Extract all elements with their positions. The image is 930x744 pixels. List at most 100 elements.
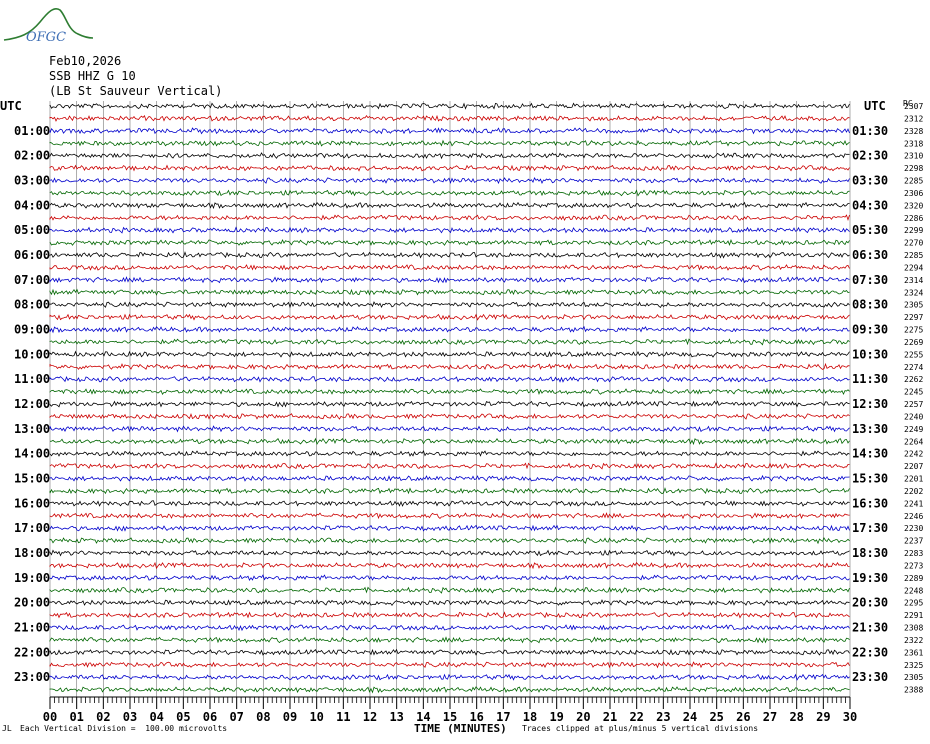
x-tick-label: 06 (203, 710, 217, 724)
right-halfhour-label: 02:30 (852, 149, 888, 163)
trace-value-label: 2388 (904, 686, 923, 695)
trace-value-label: 2230 (904, 524, 923, 533)
trace-value-label: 2264 (904, 437, 923, 446)
trace-value-label: 2314 (904, 276, 923, 285)
right-halfhour-label: 20:30 (852, 596, 888, 610)
left-hour-label: 15:00 (14, 472, 50, 486)
trace-value-label: 2237 (904, 537, 923, 546)
left-hour-label: 06:00 (14, 248, 50, 262)
right-axis-title: UTC (864, 99, 886, 113)
x-tick-label: 28 (789, 710, 803, 724)
x-tick-label: 04 (149, 710, 163, 724)
x-tick-label: 29 (816, 710, 830, 724)
footer-scale-note: Each Vertical Division = 100.00 microvol… (20, 724, 228, 733)
left-hour-label: 18:00 (14, 546, 50, 560)
trace-value-label: 2312 (904, 114, 923, 123)
trace-value-label: 2298 (904, 164, 923, 173)
trace-value-label: 2248 (904, 586, 923, 595)
left-hour-label: 10:00 (14, 347, 50, 361)
trace-value-label: 2325 (904, 661, 923, 670)
x-tick-label: 02 (96, 710, 110, 724)
trace-value-label: 2249 (904, 425, 923, 434)
right-halfhour-label: 06:30 (852, 248, 888, 262)
left-axis-title: UTC (0, 99, 22, 113)
trace-value-label: 2295 (904, 599, 923, 608)
right-labels: 01:30 02:30 03:30 04:30 05:30 06:30 07:30 08:30… (852, 124, 888, 684)
right-halfhour-label: 10:30 (852, 347, 888, 361)
trace-value-label: 2305 (904, 673, 923, 682)
left-hour-label: 23:00 (14, 670, 50, 684)
trace-value-label: 2291 (904, 611, 923, 620)
trace-value-label: 2201 (904, 475, 923, 484)
x-tick-label: 03 (123, 710, 137, 724)
left-hour-label: 02:00 (14, 149, 50, 163)
left-hour-label: 13:00 (14, 422, 50, 436)
trace-value-label: 2241 (904, 499, 923, 508)
trace-value-label: 2262 (904, 375, 923, 384)
x-tick-label: 13 (389, 710, 403, 724)
x-tick-label: 22 (629, 710, 643, 724)
x-tick-label: 25 (709, 710, 723, 724)
trace-value-label: 2207 (904, 462, 923, 471)
right-halfhour-label: 15:30 (852, 472, 888, 486)
right-halfhour-label: 07:30 (852, 273, 888, 287)
right-halfhour-label: 14:30 (852, 447, 888, 461)
footer-clip-note: Traces clipped at plus/minus 5 vertical … (522, 724, 759, 733)
trace-value-label: 2240 (904, 412, 923, 421)
trace-value-label: 2306 (904, 189, 923, 198)
right-halfhour-label: 12:30 (852, 397, 888, 411)
x-tick-label: 12 (363, 710, 377, 724)
trace-value-label: 2270 (904, 239, 923, 248)
right-halfhour-label: 13:30 (852, 422, 888, 436)
x-tick-label: 07 (229, 710, 243, 724)
right-halfhour-label: 16:30 (852, 496, 888, 510)
x-tick-label: 18 (523, 710, 537, 724)
helicorder-chart: 01:00 02:00 03:00 04:00 05:00 06:00 07:00 08:00… (0, 99, 923, 724)
x-tick-label: 20 (576, 710, 590, 724)
trace-value-label: 2324 (904, 288, 923, 297)
trace-value-label: 2245 (904, 388, 923, 397)
left-hour-label: 04:00 (14, 198, 50, 212)
trace-value-label: 2294 (904, 263, 923, 272)
right-halfhour-label: 19:30 (852, 571, 888, 585)
left-hour-label: 20:00 (14, 596, 50, 610)
footer-tiny-mark: JL (2, 724, 12, 733)
trace-value-label: 2257 (904, 400, 923, 409)
right-halfhour-label: 21:30 (852, 621, 888, 635)
trace-value-label: 2283 (904, 549, 923, 558)
right-halfhour-label: 05:30 (852, 223, 888, 237)
x-tick-label: 30 (843, 710, 857, 724)
right-halfhour-label: 01:30 (852, 124, 888, 138)
right-corner-label: RC (903, 99, 913, 108)
left-hour-label: 07:00 (14, 273, 50, 287)
x-tick-label: 00 (43, 710, 57, 724)
left-hour-label: 09:00 (14, 323, 50, 337)
trace-value-label: 2269 (904, 338, 923, 347)
trace-value-label: 2305 (904, 301, 923, 310)
trace-value-label: 2246 (904, 512, 923, 521)
trace-value-label: 2328 (904, 127, 923, 136)
trace-value-label: 2322 (904, 636, 923, 645)
trace-value-label: 2297 (904, 313, 923, 322)
trace-value-label: 2275 (904, 326, 923, 335)
left-hour-label: 05:00 (14, 223, 50, 237)
trace-value-label: 2308 (904, 624, 923, 633)
right-halfhour-label: 04:30 (852, 198, 888, 212)
left-hour-label: 12:00 (14, 397, 50, 411)
x-tick-label: 09 (283, 710, 297, 724)
x-tick-label: 11 (336, 710, 350, 724)
right-halfhour-label: 09:30 (852, 323, 888, 337)
trace-value-label: 2202 (904, 487, 923, 496)
trace-value-label: 2289 (904, 574, 923, 583)
x-tick-label: 01 (69, 710, 83, 724)
x-axis: 00 01 02 03 04 05 06 07 08 09 10 11 12 13 14 15 16 17 18 19… (43, 697, 857, 724)
trace-value-label: 2285 (904, 177, 923, 186)
x-tick-label: 05 (176, 710, 190, 724)
trace-value-label: 2299 (904, 226, 923, 235)
x-tick-label: 10 (309, 710, 323, 724)
trace-value-label: 2285 (904, 251, 923, 260)
left-hour-label: 03:00 (14, 174, 50, 188)
right-halfhour-label: 23:30 (852, 670, 888, 684)
x-tick-label: 24 (683, 710, 697, 724)
trace-value-label: 2255 (904, 350, 923, 359)
